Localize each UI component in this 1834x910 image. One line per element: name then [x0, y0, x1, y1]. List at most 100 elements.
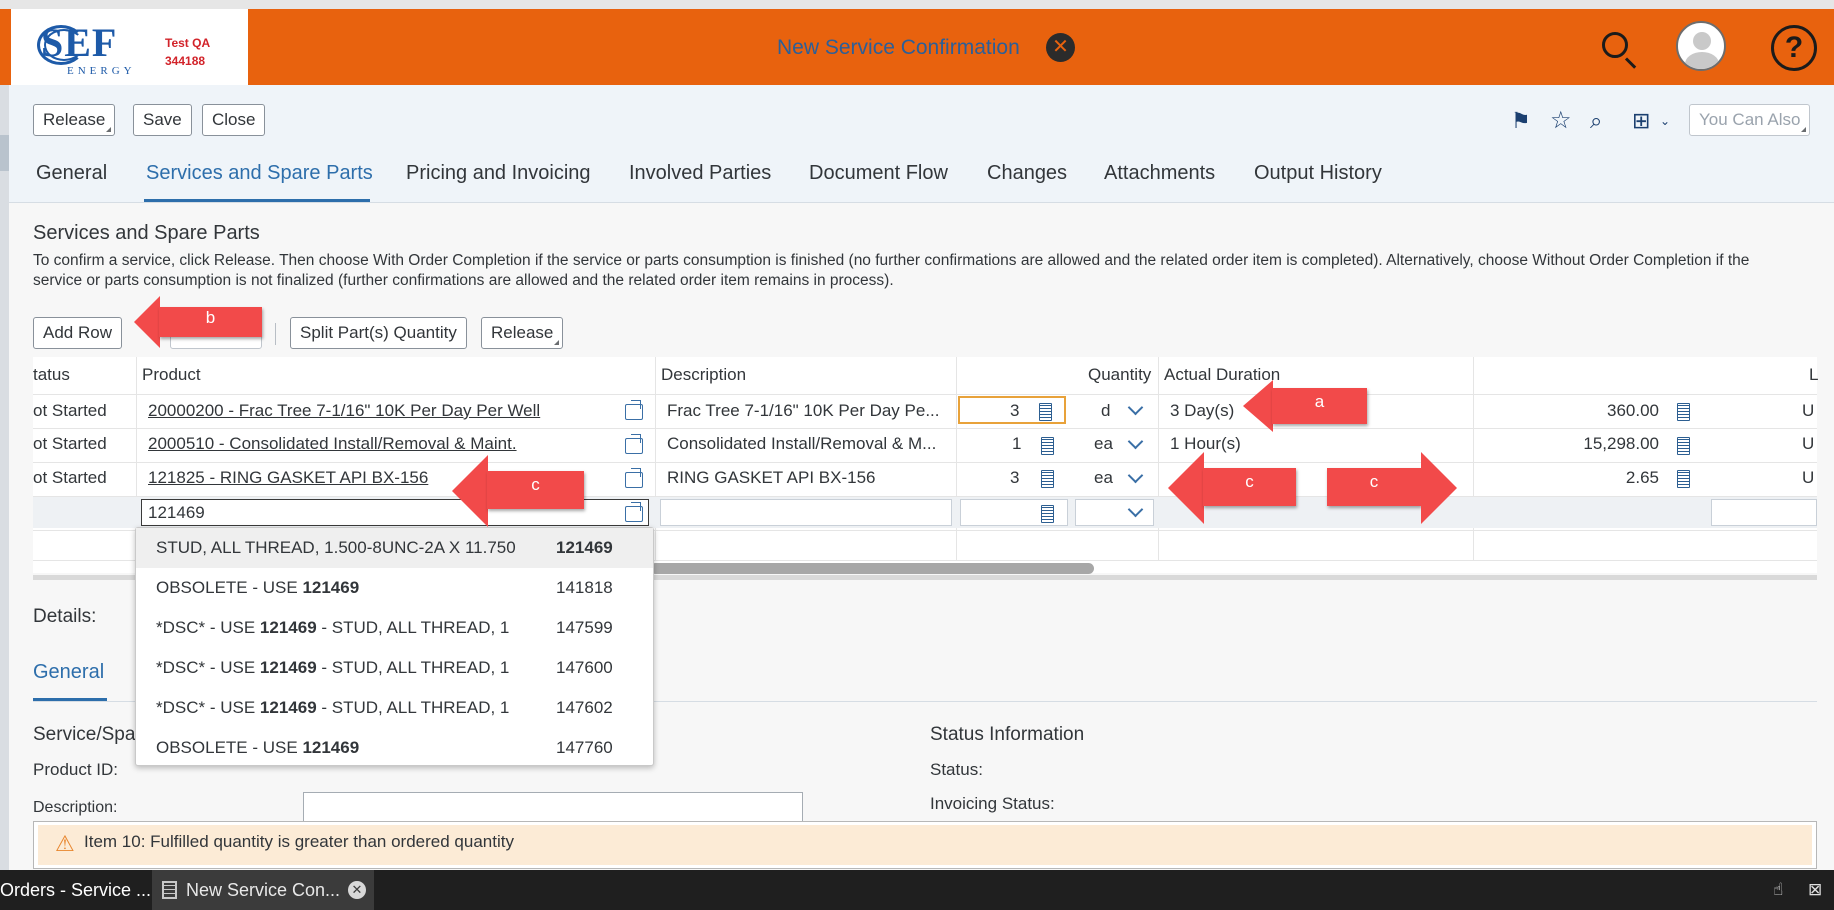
- flag-icon[interactable]: ⚑: [1511, 108, 1531, 134]
- product-link[interactable]: 2000510 - Consolidated Install/Removal &…: [148, 434, 517, 454]
- last-column-input[interactable]: [1711, 499, 1817, 526]
- suggestion-item[interactable]: *DSC* - USE 121469 - STUD, ALL THREAD, 1…: [136, 688, 653, 728]
- left-edge-bar: [0, 85, 9, 870]
- close-app-icon[interactable]: ✕: [1046, 33, 1075, 62]
- column-header-last[interactable]: L: [1809, 365, 1818, 385]
- row-quantity[interactable]: 3: [1010, 468, 1019, 488]
- suggestion-code: 141818: [556, 578, 613, 597]
- row-unit[interactable]: ea: [1094, 434, 1113, 454]
- tab-pricing-and-invoicing[interactable]: Pricing and Invoicing: [406, 162, 591, 185]
- product-suggestion-list: STUD, ALL THREAD, 1.500-8UNC-2A X 11.750…: [135, 527, 654, 766]
- save-button[interactable]: Save: [133, 104, 192, 136]
- value-help-icon[interactable]: [625, 434, 643, 454]
- row-unit[interactable]: d: [1101, 401, 1110, 421]
- row-quantity[interactable]: 1: [1012, 434, 1021, 454]
- value-help-icon[interactable]: [625, 468, 643, 488]
- tab-services-and-spare-parts[interactable]: Services and Spare Parts: [146, 162, 373, 185]
- row-divider: [33, 394, 1817, 395]
- calculator-icon[interactable]: [1677, 403, 1690, 421]
- row-duration[interactable]: 1 Hour(s): [1170, 434, 1241, 454]
- taskbar-item-new-service[interactable]: New Service Con... ✕: [152, 870, 374, 910]
- company-logo[interactable]: SEF ENERGY Test QA 344188: [11, 9, 248, 85]
- logo-subtext: ENERGY: [67, 65, 136, 77]
- favorite-star-icon[interactable]: ☆: [1550, 106, 1572, 135]
- row-amount[interactable]: 15,298.00: [1472, 434, 1659, 454]
- value-help-icon[interactable]: [625, 502, 643, 522]
- table-release-button[interactable]: Release: [481, 317, 564, 349]
- suggestion-item[interactable]: OBSOLETE - USE 121469 141818: [136, 568, 653, 608]
- row-quantity[interactable]: 3: [1010, 401, 1019, 421]
- window-close-icon[interactable]: ⊠: [1808, 880, 1822, 900]
- horizontal-scroll-thumb[interactable]: [650, 563, 1094, 574]
- status-label: Status:: [930, 760, 983, 779]
- row-status: ot Started: [33, 434, 107, 453]
- create-document-icon[interactable]: ⊞: [1632, 108, 1650, 134]
- details-tab-general[interactable]: General: [33, 661, 104, 684]
- taskbar-item-orders[interactable]: Orders - Service ...: [0, 870, 150, 910]
- product-link[interactable]: 20000200 - Frac Tree 7-1/16" 10K Per Day…: [148, 401, 540, 421]
- details-description-input[interactable]: [303, 792, 803, 822]
- annotation-arrow-c: c: [1168, 452, 1296, 524]
- search-icon[interactable]: [1602, 32, 1628, 58]
- section-title: Services and Spare Parts: [33, 222, 260, 244]
- unit-select[interactable]: [1075, 499, 1154, 526]
- description-input[interactable]: [660, 499, 952, 526]
- calculator-icon[interactable]: [1677, 470, 1690, 488]
- logo-text: SEF: [41, 20, 118, 65]
- you-can-also-button[interactable]: You Can Also: [1689, 104, 1811, 136]
- split-parts-quantity-button[interactable]: Split Part(s) Quantity: [290, 317, 467, 349]
- column-header-status[interactable]: tatus: [33, 365, 70, 385]
- row-amount[interactable]: 2.65: [1472, 468, 1659, 488]
- tab-output-history[interactable]: Output History: [1254, 162, 1382, 185]
- calculator-icon[interactable]: [1677, 437, 1690, 455]
- calculator-icon[interactable]: [1041, 470, 1054, 488]
- touch-icon[interactable]: ☝: [1773, 880, 1783, 900]
- user-avatar[interactable]: [1676, 21, 1726, 71]
- column-header-product[interactable]: Product: [142, 365, 201, 385]
- suggestion-item[interactable]: OBSOLETE - USE 121469 147760: [136, 728, 653, 768]
- row-status: ot Started: [33, 468, 107, 487]
- row-unit[interactable]: ea: [1094, 468, 1113, 488]
- row-description[interactable]: RING GASKET API BX-156: [667, 468, 876, 488]
- value-help-icon[interactable]: [625, 400, 643, 420]
- release-button[interactable]: Release: [33, 104, 116, 136]
- warning-icon: ⚠: [55, 831, 75, 856]
- suggestion-item[interactable]: STUD, ALL THREAD, 1.500-8UNC-2A X 11.750…: [136, 528, 653, 568]
- column-header-description[interactable]: Description: [661, 365, 746, 385]
- suggestion-code: 121469: [556, 538, 613, 557]
- annotation-arrow-a: a: [1243, 380, 1367, 432]
- annotation-label: c: [1327, 468, 1421, 506]
- row-divider: [33, 428, 1817, 429]
- calculator-icon[interactable]: [1041, 437, 1054, 455]
- column-header-quantity[interactable]: Quantity: [1088, 365, 1151, 385]
- suggestion-item[interactable]: *DSC* - USE 121469 - STUD, ALL THREAD, 1…: [136, 608, 653, 648]
- close-tab-icon[interactable]: ✕: [348, 881, 366, 899]
- toolbar-separator: [275, 323, 276, 345]
- calculator-icon[interactable]: [1039, 403, 1052, 421]
- suggestion-text: *DSC* - USE 121469 - STUD, ALL THREAD, 1: [156, 698, 510, 717]
- help-icon[interactable]: ?: [1771, 25, 1817, 71]
- annotation-label: b: [159, 307, 262, 337]
- add-row-button[interactable]: Add Row: [33, 317, 122, 349]
- tab-changes[interactable]: Changes: [987, 162, 1067, 185]
- chevron-down-icon[interactable]: ⌄: [1660, 114, 1670, 128]
- row-amount[interactable]: 360.00: [1472, 401, 1659, 421]
- service-section-title: Service/Spa: [33, 724, 136, 745]
- tab-general[interactable]: General: [36, 162, 107, 185]
- taskbar-item-label: New Service Con...: [186, 880, 341, 900]
- calculator-icon[interactable]: [1041, 505, 1054, 523]
- tab-document-flow[interactable]: Document Flow: [809, 162, 948, 185]
- details-title: Details:: [33, 606, 97, 627]
- product-link[interactable]: 121825 - RING GASKET API BX-156: [148, 468, 428, 488]
- tab-involved-parties[interactable]: Involved Parties: [629, 162, 771, 185]
- app-title[interactable]: New Service Confirmation: [777, 36, 1020, 60]
- row-duration[interactable]: 3 Day(s): [1170, 401, 1234, 421]
- row-description[interactable]: Consolidated Install/Removal & M...: [667, 434, 936, 454]
- tab-attachments[interactable]: Attachments: [1104, 162, 1215, 185]
- row-description[interactable]: Frac Tree 7-1/16" 10K Per Day Pe...: [667, 401, 940, 421]
- tag-icon[interactable]: ⌕: [1590, 108, 1602, 134]
- close-button[interactable]: Close: [202, 104, 266, 136]
- document-icon: [162, 881, 177, 899]
- annotation-label: c: [487, 471, 584, 509]
- suggestion-item[interactable]: *DSC* - USE 121469 - STUD, ALL THREAD, 1…: [136, 648, 653, 688]
